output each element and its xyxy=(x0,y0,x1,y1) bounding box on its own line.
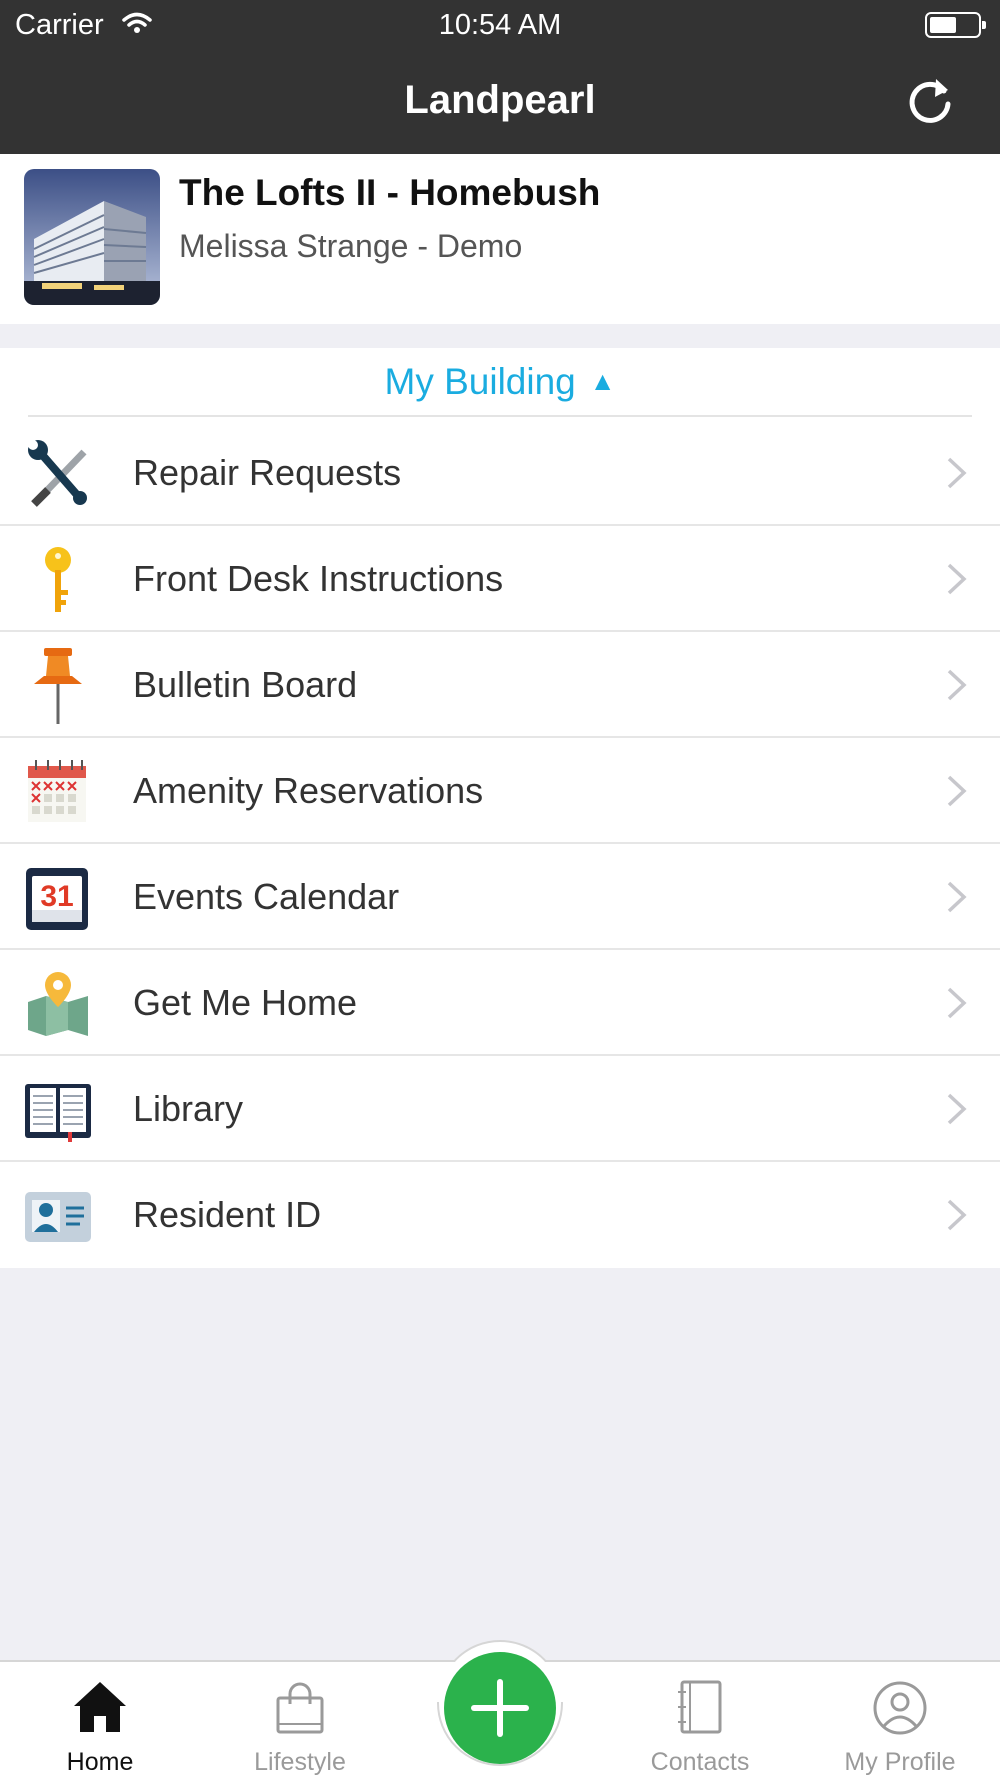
menu-item-events-calendar[interactable]: 31 Events Calendar xyxy=(0,844,1000,950)
menu-item-label: Resident ID xyxy=(133,1194,322,1235)
tab-label: My Profile xyxy=(844,1748,956,1776)
key-icon xyxy=(24,546,92,614)
tab-lifestyle[interactable]: Lifestyle xyxy=(200,1662,400,1778)
add-button[interactable] xyxy=(444,1652,556,1764)
menu-item-repair-requests[interactable]: Repair Requests xyxy=(0,420,1000,526)
chevron-right-icon xyxy=(946,668,968,702)
chevron-right-icon xyxy=(946,986,968,1020)
chevron-right-icon xyxy=(946,562,968,596)
menu-item-label: Library xyxy=(133,1088,244,1129)
section-title: My Building xyxy=(384,361,576,402)
nav-bar: Landpearl xyxy=(0,50,1000,154)
shopping-bag-icon xyxy=(268,1678,332,1738)
reservation-calendar-icon xyxy=(24,758,92,826)
menu-item-label: Amenity Reservations xyxy=(133,770,484,811)
menu-item-amenity-reservations[interactable]: Amenity Reservations xyxy=(0,738,1000,844)
tab-label: Contacts xyxy=(650,1748,750,1776)
plus-icon xyxy=(471,1679,529,1737)
menu-item-label: Repair Requests xyxy=(133,452,402,493)
tab-label: Home xyxy=(66,1748,134,1776)
menu-item-library[interactable]: Library xyxy=(0,1056,1000,1162)
calendar-31-icon: 31 xyxy=(24,864,92,932)
app-title: Landpearl xyxy=(404,78,596,122)
map-pin-icon xyxy=(24,970,92,1038)
menu-item-label: Get Me Home xyxy=(133,982,358,1023)
resident-name: Melissa Strange - Demo xyxy=(179,228,523,264)
chevron-right-icon xyxy=(946,880,968,914)
menu-item-front-desk-instructions[interactable]: Front Desk Instructions xyxy=(0,526,1000,632)
menu-item-label: Front Desk Instructions xyxy=(133,558,504,599)
refresh-icon[interactable] xyxy=(900,72,960,132)
tools-icon xyxy=(24,440,92,508)
collapse-caret-icon: ▲ xyxy=(589,366,616,396)
property-card[interactable]: The Lofts II - Homebush Melissa Strange … xyxy=(0,154,1000,324)
open-book-icon xyxy=(24,1076,92,1144)
tab-contacts[interactable]: Contacts xyxy=(600,1662,800,1778)
menu-item-resident-id[interactable]: Resident ID xyxy=(0,1162,1000,1268)
section-divider xyxy=(28,415,972,417)
id-card-icon xyxy=(24,1182,92,1250)
status-bar: Carrier 10:54 AM xyxy=(0,0,1000,50)
chevron-right-icon xyxy=(946,456,968,490)
menu-item-label: Events Calendar xyxy=(133,876,400,917)
tab-my-profile[interactable]: My Profile xyxy=(800,1662,1000,1778)
my-building-header[interactable]: My Building ▲ xyxy=(0,348,1000,420)
chevron-right-icon xyxy=(946,1198,968,1232)
clock: 10:54 AM xyxy=(438,9,562,41)
building-photo xyxy=(24,169,160,305)
battery-icon xyxy=(925,12,986,38)
property-name: The Lofts II - Homebush xyxy=(179,172,601,213)
menu-item-label: Bulletin Board xyxy=(133,664,358,705)
svg-text:31: 31 xyxy=(40,880,73,913)
menu-item-bulletin-board[interactable]: Bulletin Board xyxy=(0,632,1000,738)
tab-home[interactable]: Home xyxy=(0,1662,200,1778)
chevron-right-icon xyxy=(946,774,968,808)
chevron-right-icon xyxy=(946,1092,968,1126)
contacts-book-icon xyxy=(668,1678,732,1738)
my-building-section: My Building ▲ Repair Requests Front Desk… xyxy=(0,348,1000,1268)
menu-item-get-me-home[interactable]: Get Me Home xyxy=(0,950,1000,1056)
tab-label: Lifestyle xyxy=(254,1748,346,1776)
profile-icon xyxy=(868,1678,932,1738)
pushpin-icon xyxy=(24,648,92,724)
home-icon xyxy=(68,1678,132,1738)
